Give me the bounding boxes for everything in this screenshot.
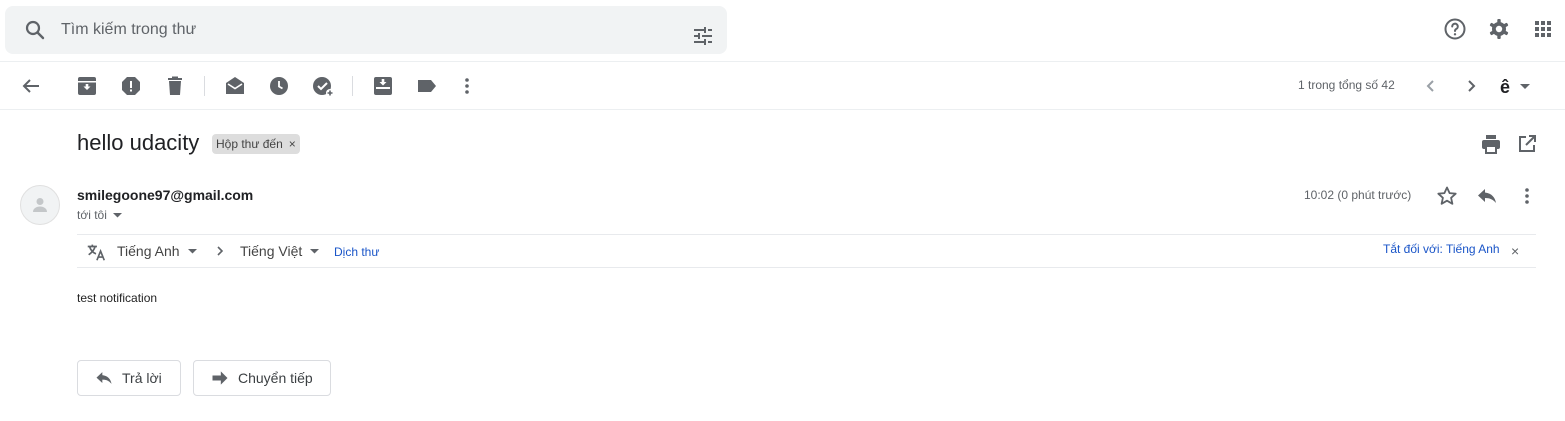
reply-button[interactable]: Trả lời (77, 360, 181, 396)
report-spam-icon[interactable] (119, 74, 143, 98)
archive-icon[interactable] (75, 74, 99, 98)
help-icon[interactable] (1443, 17, 1467, 41)
translate-icon (85, 241, 107, 263)
delete-icon[interactable] (163, 74, 187, 98)
toolbar-divider (204, 76, 205, 96)
avatar (20, 185, 60, 225)
caret-down-icon (310, 248, 320, 254)
inbox-label-chip[interactable]: Hộp thư đến × (212, 134, 300, 154)
input-tools-label: ê (1500, 76, 1511, 97)
more-vert-icon[interactable] (1515, 184, 1539, 208)
pager-count: 1 trong tổng số 42 (1298, 78, 1395, 92)
target-language: Tiếng Việt (240, 243, 303, 259)
close-translation-icon[interactable]: × (1511, 243, 1519, 259)
source-language-dropdown[interactable]: Tiếng Anh (117, 243, 197, 259)
recipient-label: tới tôi (77, 208, 107, 222)
message-timestamp: 10:02 (0 phút trước) (1304, 188, 1412, 202)
person-icon (31, 196, 49, 214)
star-icon[interactable] (1435, 184, 1459, 208)
translate-message-link[interactable]: Dịch thư (334, 245, 379, 259)
newer-chevron-left-icon[interactable] (1419, 74, 1443, 98)
tune-icon[interactable] (691, 24, 715, 48)
email-subject: hello udacity (77, 130, 200, 155)
forward-label: Chuyển tiếp (238, 370, 313, 386)
turn-off-translation-link[interactable]: Tắt đối với: Tiếng Anh (1383, 242, 1500, 256)
recipient-details[interactable]: tới tôi (77, 208, 122, 222)
gear-icon[interactable] (1487, 17, 1511, 41)
search-input[interactable] (61, 18, 661, 42)
label-icon[interactable] (415, 74, 439, 98)
open-new-window-icon[interactable] (1515, 132, 1539, 156)
snooze-icon[interactable] (267, 74, 291, 98)
input-tools-button[interactable]: ê (1500, 75, 1540, 99)
remove-label-icon[interactable]: × (289, 137, 296, 151)
back-arrow-icon[interactable] (19, 74, 43, 98)
message-toolbar: 1 trong tổng số 42 ê (0, 62, 1565, 110)
search-icon[interactable] (23, 18, 47, 42)
forward-icon (210, 368, 230, 388)
older-chevron-right-icon[interactable] (1459, 74, 1483, 98)
caret-down-icon (112, 212, 122, 218)
chevron-right-icon (213, 244, 227, 258)
print-icon[interactable] (1479, 132, 1503, 156)
forward-button[interactable]: Chuyển tiếp (193, 360, 331, 396)
add-task-icon[interactable] (311, 74, 335, 98)
top-header (0, 0, 1565, 62)
mark-unread-icon[interactable] (223, 74, 247, 98)
reply-icon (94, 368, 114, 388)
apps-icon[interactable] (1531, 17, 1555, 41)
translation-bar: Tiếng Anh Tiếng Việt Dịch thư Tắt đối vớ… (77, 234, 1536, 268)
reply-icon[interactable] (1475, 184, 1499, 208)
caret-down-icon (1520, 84, 1531, 90)
caret-down-icon (187, 248, 197, 254)
label-name: Hộp thư đến (216, 137, 283, 151)
reply-label: Trả lời (122, 370, 162, 386)
sender-email[interactable]: smilegoone97@gmail.com (77, 187, 253, 203)
more-vert-icon[interactable] (455, 74, 479, 98)
message-body: test notification (77, 291, 158, 305)
source-language: Tiếng Anh (117, 243, 180, 259)
move-to-icon[interactable] (371, 74, 395, 98)
search-bar[interactable] (5, 6, 727, 54)
target-language-dropdown[interactable]: Tiếng Việt (240, 243, 320, 259)
toolbar-divider (352, 76, 353, 96)
